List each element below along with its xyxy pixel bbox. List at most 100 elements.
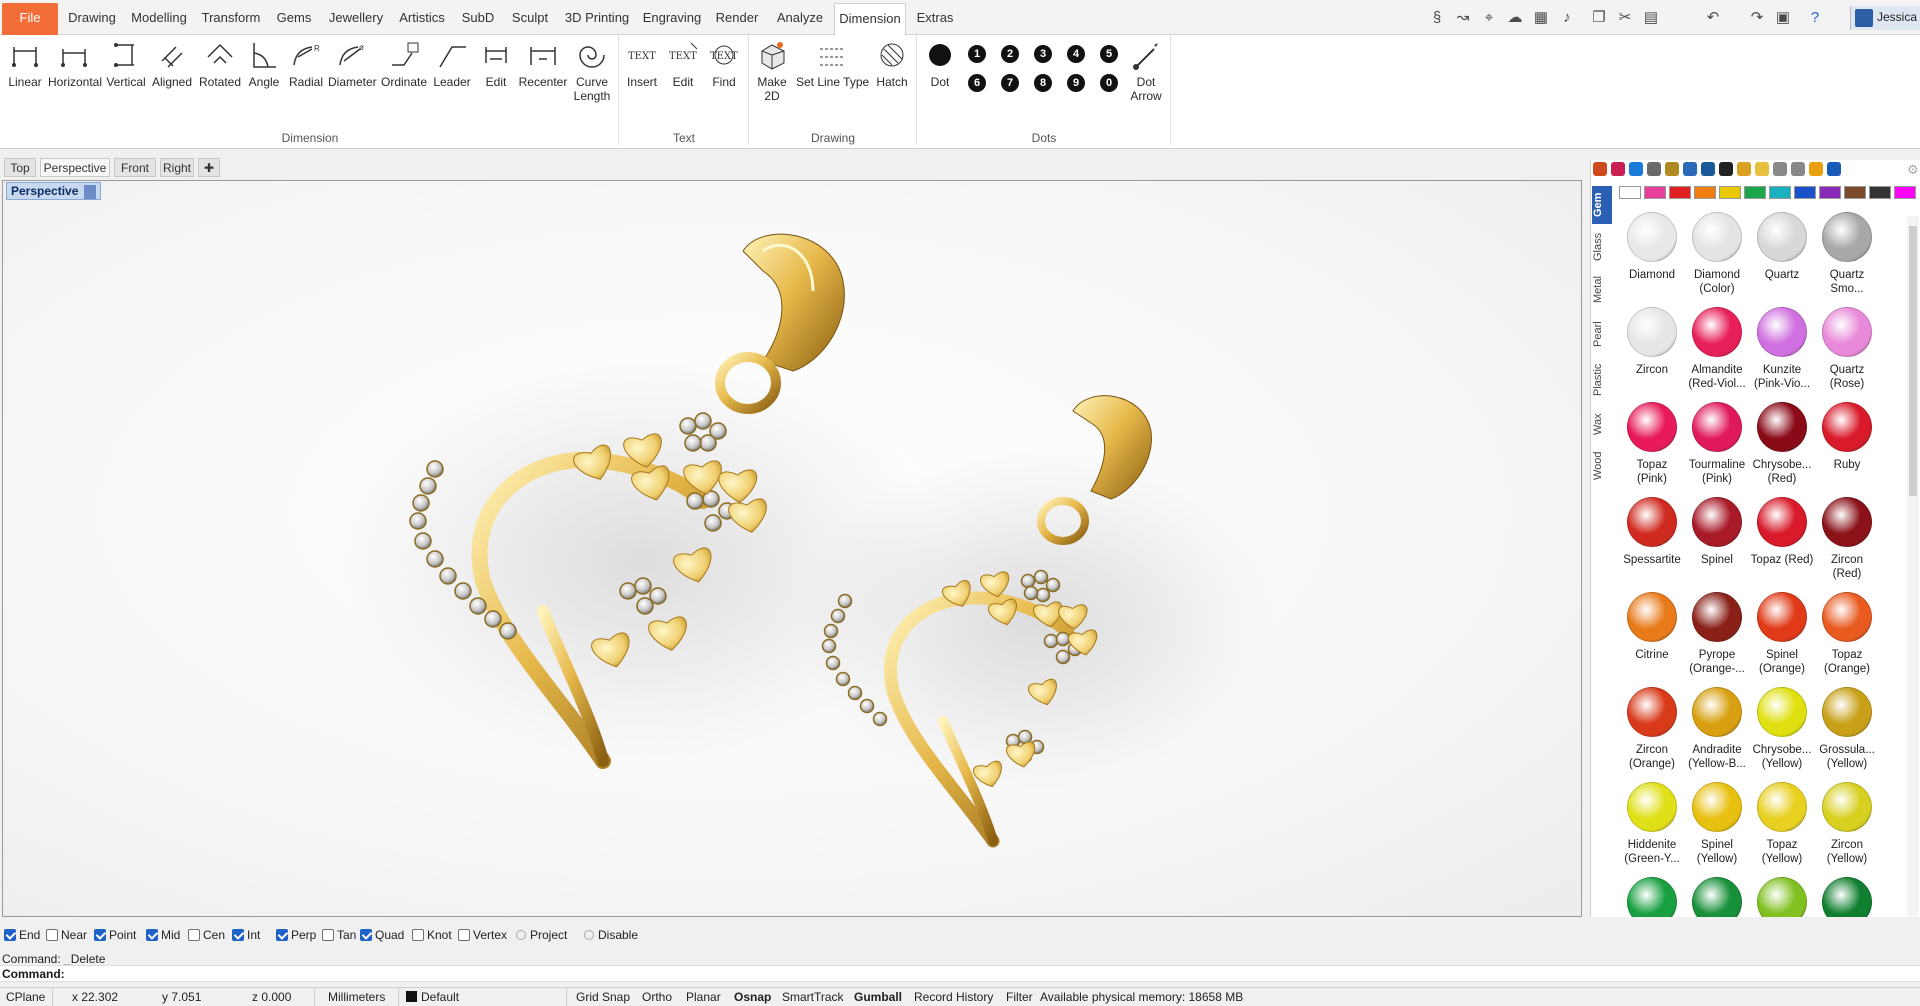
copy-icon[interactable]: ❐: [1590, 9, 1608, 27]
material-icon[interactable]: [1593, 162, 1607, 176]
gem-material-item[interactable]: Quartz: [1749, 212, 1815, 282]
osnap-point-checkbox[interactable]: Point: [94, 928, 136, 942]
osnap-tan-checkbox[interactable]: Tan: [322, 928, 356, 942]
gem-material-item[interactable]: Ruby: [1814, 402, 1880, 472]
osnap-project-radio[interactable]: Project: [516, 928, 567, 942]
color-swatch[interactable]: [1694, 186, 1716, 199]
color-swatch[interactable]: [1819, 186, 1841, 199]
texture-icon[interactable]: [1647, 162, 1661, 176]
side-tab-plastic[interactable]: Plastic: [1592, 358, 1612, 402]
side-tab-glass[interactable]: Glass: [1592, 228, 1612, 266]
color-swatch[interactable]: [1844, 186, 1866, 199]
tab-engraving[interactable]: Engraving: [642, 3, 702, 35]
osnap-near-checkbox[interactable]: Near: [46, 928, 87, 942]
gem-material-item[interactable]: Spinel (Orange): [1749, 592, 1815, 676]
gem-material-item[interactable]: [1749, 877, 1815, 917]
snake-tool-icon[interactable]: §: [1428, 9, 1446, 27]
cplane-label[interactable]: CPlane: [6, 990, 45, 1004]
osnap-end-checkbox[interactable]: End: [4, 928, 40, 942]
leader-button[interactable]: Leader: [430, 39, 474, 89]
paste-icon[interactable]: ▤: [1642, 9, 1660, 27]
clapper-icon[interactable]: ▦: [1532, 9, 1550, 27]
numbered-dot-1-button[interactable]: 1: [968, 45, 986, 63]
scrollbar-thumb[interactable]: [1909, 226, 1917, 496]
tab-top[interactable]: Top: [4, 158, 36, 177]
tab-jewellery[interactable]: Jewellery: [326, 3, 386, 35]
osnap-perp-checkbox[interactable]: Perp: [276, 928, 316, 942]
color-swatch[interactable]: [1719, 186, 1741, 199]
numbered-dot-7-button[interactable]: 7: [1001, 74, 1019, 92]
make-2d-button[interactable]: Make 2D: [752, 39, 792, 103]
gumball-toggle[interactable]: Gumball: [854, 990, 902, 1004]
globe-icon[interactable]: [1629, 162, 1643, 176]
rotated-dimension-button[interactable]: Rotated: [198, 39, 242, 89]
sun-icon[interactable]: [1773, 162, 1787, 176]
side-tab-metal[interactable]: Metal: [1592, 270, 1612, 310]
linear-dimension-button[interactable]: Linear: [4, 39, 46, 89]
filter-toggle[interactable]: Filter: [1006, 990, 1033, 1004]
gem-material-item[interactable]: Chrysobe... (Yellow): [1749, 687, 1815, 771]
color-swatch[interactable]: [1669, 186, 1691, 199]
insert-text-button[interactable]: TEXT Insert: [622, 39, 662, 89]
gallery-icon[interactable]: [1701, 162, 1715, 176]
horizontal-dimension-button[interactable]: Horizontal: [48, 39, 102, 89]
tab-render[interactable]: Render: [712, 3, 762, 35]
cut-icon[interactable]: ✂: [1616, 9, 1634, 27]
gold-icon[interactable]: [1809, 162, 1823, 176]
edit-text-button[interactable]: TEXT Edit: [664, 39, 702, 89]
dx-icon[interactable]: [1719, 162, 1733, 176]
tab-gems[interactable]: Gems: [274, 3, 314, 35]
user-account[interactable]: Jessica: [1850, 6, 1920, 30]
panel-scrollbar[interactable]: [1907, 216, 1919, 916]
hatch-button[interactable]: Hatch: [872, 39, 912, 89]
osnap-mid-checkbox[interactable]: Mid: [146, 928, 180, 942]
side-tab-wax[interactable]: Wax: [1592, 406, 1612, 442]
record-history-toggle[interactable]: Record History: [914, 990, 993, 1004]
undo-icon[interactable]: ↶: [1704, 9, 1722, 27]
gem-material-item[interactable]: Zircon (Orange): [1619, 687, 1685, 771]
curve-length-button[interactable]: Curve Length: [570, 39, 614, 103]
edit-dimension-button[interactable]: Edit: [476, 39, 516, 89]
tab-perspective[interactable]: Perspective: [40, 158, 110, 177]
osnap-int-checkbox[interactable]: Int: [232, 928, 260, 942]
diameter-dimension-button[interactable]: ø Diameter: [328, 39, 377, 89]
numbered-dot-4-button[interactable]: 4: [1067, 45, 1085, 63]
numbered-dot-3-button[interactable]: 3: [1034, 45, 1052, 63]
gem-material-item[interactable]: Andradite (Yellow-B...: [1684, 687, 1750, 771]
osnap-vertex-checkbox[interactable]: Vertex: [458, 928, 507, 942]
gem-material-item[interactable]: Spinel: [1684, 497, 1750, 567]
numbered-dot-9-button[interactable]: 9: [1067, 74, 1085, 92]
gem-material-item[interactable]: Spinel (Yellow): [1684, 782, 1750, 866]
gem-material-item[interactable]: Topaz (Pink): [1619, 402, 1685, 486]
osnap-toggle[interactable]: Osnap: [734, 990, 771, 1004]
side-tab-pearl[interactable]: Pearl: [1592, 314, 1612, 354]
color-swatch[interactable]: [1794, 186, 1816, 199]
tab-modelling[interactable]: Modelling: [128, 3, 190, 35]
gem-material-item[interactable]: Pyrope (Orange-...: [1684, 592, 1750, 676]
tab-extras[interactable]: Extras: [912, 3, 958, 35]
gem-material-item[interactable]: Zircon: [1619, 307, 1685, 377]
pen-icon[interactable]: [1665, 162, 1679, 176]
gem-icon[interactable]: [1755, 162, 1769, 176]
bell-icon[interactable]: [1827, 162, 1841, 176]
gem-material-item[interactable]: Topaz (Yellow): [1749, 782, 1815, 866]
dot-button[interactable]: Dot: [922, 39, 958, 89]
numbered-dot-2-button[interactable]: 2: [1001, 45, 1019, 63]
command-input[interactable]: [64, 967, 1884, 981]
color-swatch[interactable]: [1869, 186, 1891, 199]
gem-material-item[interactable]: Quartz Smo...: [1814, 212, 1880, 296]
osnap-cen-checkbox[interactable]: Cen: [188, 928, 225, 942]
gem-material-item[interactable]: Quartz (Rose): [1814, 307, 1880, 391]
side-tab-wood[interactable]: Wood: [1592, 446, 1612, 486]
color-swatch[interactable]: [1894, 186, 1916, 199]
tab-sculpt[interactable]: Sculpt: [508, 3, 552, 35]
numbered-dot-6-button[interactable]: 6: [968, 74, 986, 92]
gem-material-item[interactable]: Spessartite: [1619, 497, 1685, 567]
library-icon[interactable]: [1683, 162, 1697, 176]
color-swatch[interactable]: [1769, 186, 1791, 199]
grid-icon[interactable]: [1791, 162, 1805, 176]
units-label[interactable]: Millimeters: [328, 990, 385, 1004]
gem-material-item[interactable]: Citrine: [1619, 592, 1685, 662]
tab-subd[interactable]: SubD: [458, 3, 498, 35]
radial-dimension-button[interactable]: R Radial: [286, 39, 326, 89]
